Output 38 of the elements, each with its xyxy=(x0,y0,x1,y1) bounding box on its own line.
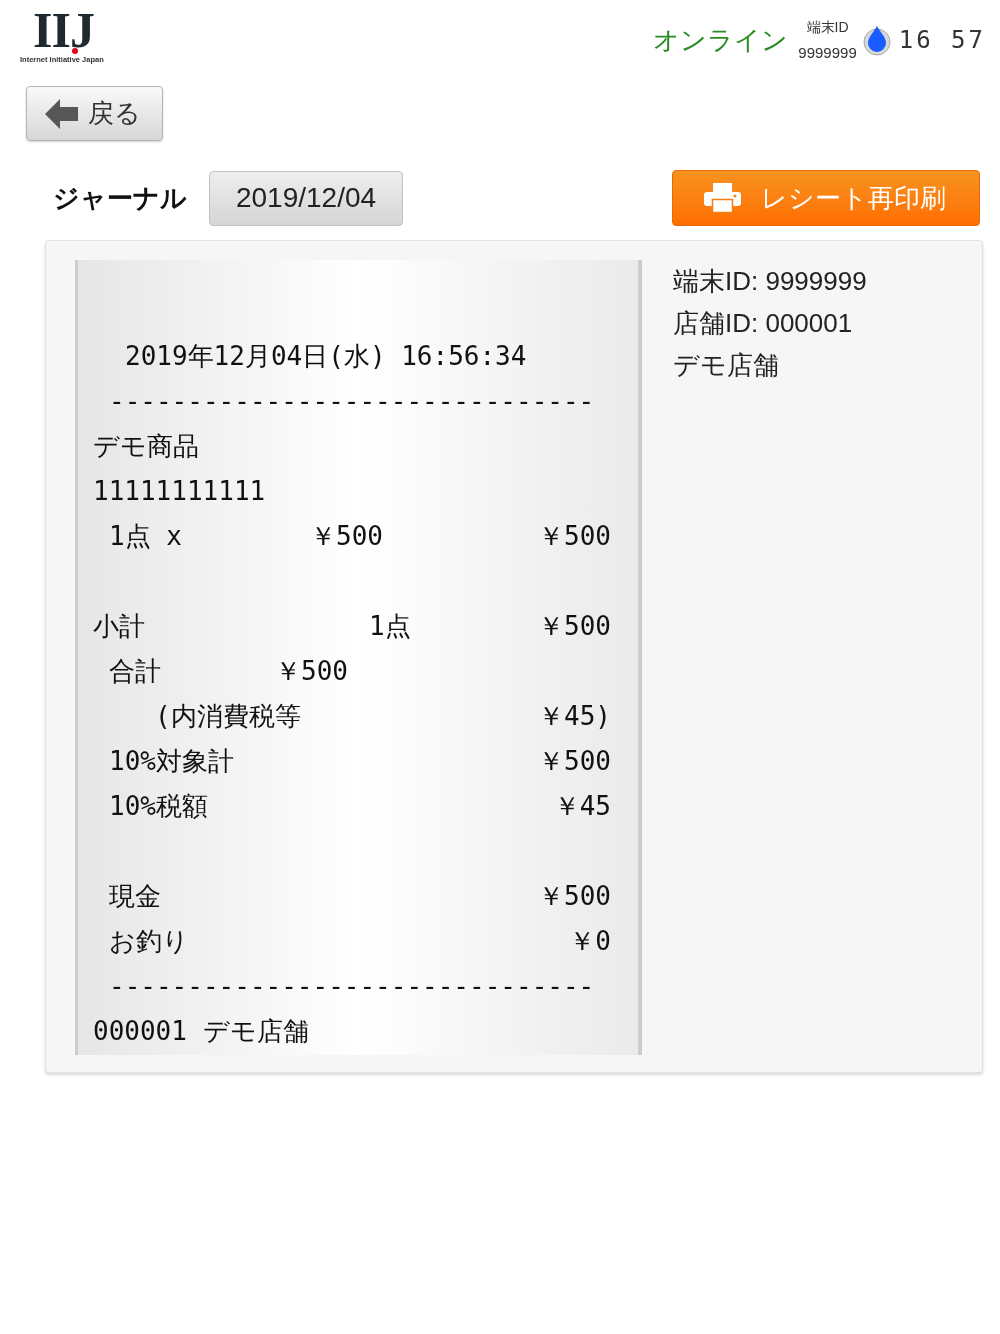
logo-mark: IIJ xyxy=(33,13,94,47)
terminal-id: 9999999 xyxy=(798,44,857,62)
drop-icon xyxy=(862,24,891,56)
receipt-text: ￥500 xyxy=(275,655,349,688)
receipt-text: ￥0 xyxy=(569,925,611,958)
receipt-text: 10%税額 xyxy=(109,790,208,823)
detail-text: デモ店舗 xyxy=(673,349,779,382)
receipt-text: 1点 xyxy=(369,610,411,643)
receipt-text: ￥45) xyxy=(538,700,611,733)
back-button[interactable]: 戻る xyxy=(26,86,163,141)
journal-title: ジャーナル xyxy=(53,181,188,215)
terminal-label: 端末ID xyxy=(806,18,849,36)
receipt-text: ￥500 xyxy=(537,610,611,643)
receipt-text: 11111111111 xyxy=(93,476,266,506)
receipt-text: 小計 xyxy=(93,610,146,643)
connection-status: オンライン xyxy=(653,23,789,57)
receipt-text: 現金 xyxy=(109,880,161,913)
receipt-text: お釣り xyxy=(109,925,189,958)
receipt-text: デモ商品 xyxy=(93,431,199,461)
receipt-text: 10%対象計 xyxy=(109,745,234,778)
receipt-text: 2019年12月04日(水) 16:56:34 xyxy=(125,341,527,371)
date-field[interactable]: 2019/12/04 xyxy=(209,170,403,226)
receipt-text: ￥500 xyxy=(538,745,611,778)
dashed-rule: ------------------------------- xyxy=(109,971,595,1001)
receipt-text: 000001 デモ店舗 xyxy=(93,1016,309,1046)
dashed-rule: ------------------------------- xyxy=(109,386,595,416)
printer-icon xyxy=(704,183,741,213)
receipt-text: ￥45 xyxy=(553,790,611,823)
receipt-text: 1点 x xyxy=(109,520,183,553)
clock-time: 16 57 xyxy=(898,25,986,56)
detail-text: 店舗ID: 000001 xyxy=(673,307,853,340)
receipt-text: 合計 xyxy=(109,655,162,688)
detail-text: 端末ID: 9999999 xyxy=(673,265,867,298)
receipt-text: (内消費税等 xyxy=(155,700,301,733)
receipt-text: ￥500 xyxy=(538,880,611,913)
receipt-text: ￥500 xyxy=(537,520,611,553)
left-arrow-icon xyxy=(45,98,78,129)
receipt-text: ￥500 xyxy=(309,520,383,553)
